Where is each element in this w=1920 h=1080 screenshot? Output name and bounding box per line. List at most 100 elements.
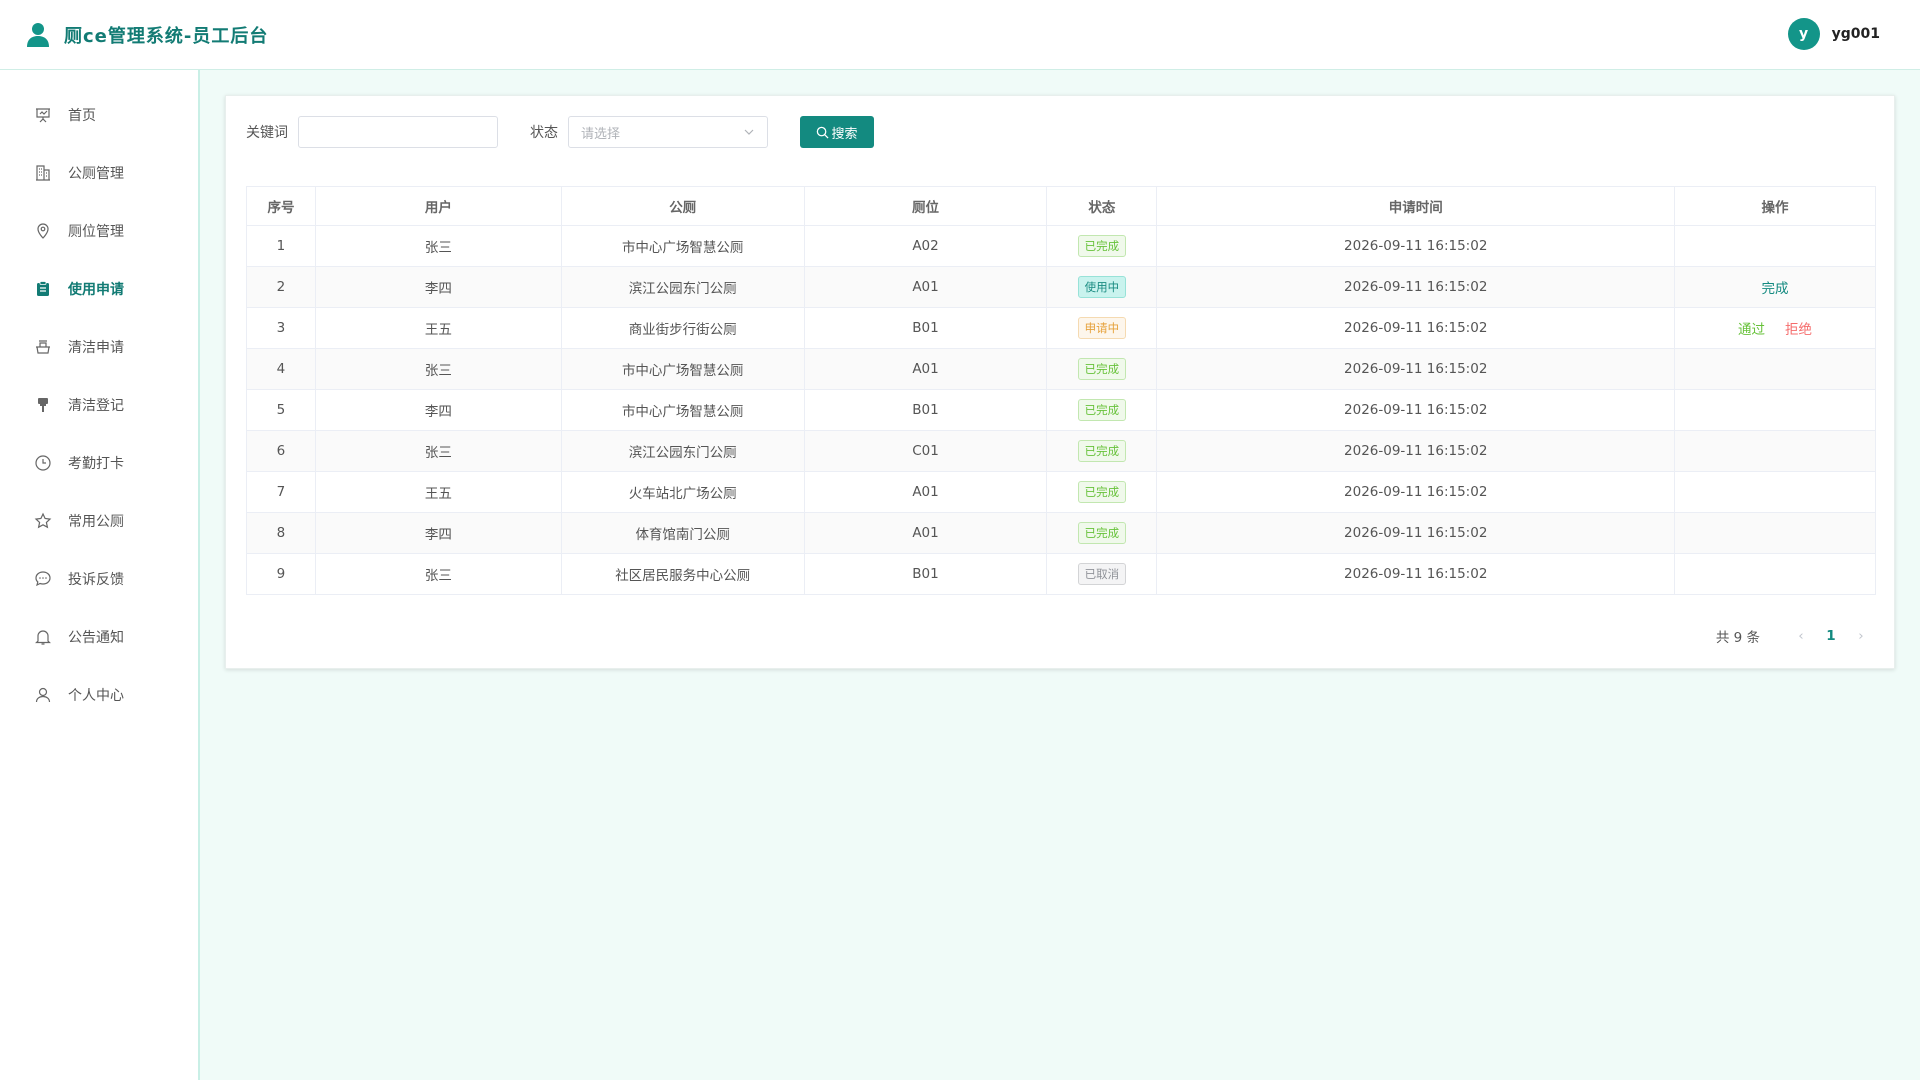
cell-user: 张三 (314, 348, 562, 390)
next-page-icon[interactable]: › (1846, 628, 1876, 644)
cell-user: 张三 (314, 553, 562, 595)
sidebar: 首页公厕管理厕位管理使用申请清洁申请清洁登记考勤打卡常用公厕投诉反馈公告通知个人… (0, 70, 200, 1080)
cell-stall: A01 (803, 348, 1048, 390)
prev-page-icon[interactable]: ‹ (1786, 628, 1816, 644)
cell-status: 已完成 (1046, 512, 1158, 554)
cell-status: 已完成 (1046, 471, 1158, 513)
location-pin-icon (37, 223, 49, 239)
sidebar-item-4[interactable]: 清洁申请 (0, 318, 198, 376)
header-status: 状态 (1046, 186, 1158, 226)
sidebar-item-3[interactable]: 使用申请 (0, 260, 198, 318)
action-complete-button[interactable]: 完成 (1762, 281, 1789, 297)
cell-time: 2026-09-11 16:15:02 (1156, 307, 1676, 349)
cell-time: 2026-09-11 16:15:02 (1156, 389, 1676, 431)
status-label: 状态 (530, 125, 558, 141)
cell-status: 已完成 (1046, 430, 1158, 472)
cell-status: 申请中 (1046, 307, 1158, 349)
table-row: 1 张三 市中心广场智慧公厕 A02 已完成 2026-09-11 16:15:02 (246, 225, 1876, 267)
keyword-input[interactable] (298, 116, 498, 148)
search-button-label: 搜索 (831, 125, 858, 141)
status-badge: 已完成 (1077, 235, 1127, 257)
sidebar-item-label: 考勤打卡 (68, 456, 124, 472)
cell-toilet: 体育馆南门公厕 (560, 512, 805, 554)
sidebar-item-9[interactable]: 公告通知 (0, 608, 198, 666)
action-reject-button[interactable]: 拒绝 (1785, 322, 1812, 338)
header-no: 序号 (246, 186, 316, 226)
cell-user: 李四 (314, 512, 562, 554)
status-badge: 已完成 (1077, 358, 1127, 380)
sidebar-item-label: 厕位管理 (68, 224, 124, 240)
keyword-label: 关键词 (246, 125, 288, 141)
sidebar-item-label: 公厕管理 (68, 166, 124, 182)
clipboard-icon (37, 281, 49, 296)
sidebar-item-0[interactable]: 首页 (0, 86, 198, 144)
cell-stall: B01 (803, 307, 1048, 349)
header-user: 用户 (314, 186, 562, 226)
cell-stall: A01 (803, 266, 1048, 308)
cell-stall: A01 (803, 512, 1048, 554)
application-table: 序号 用户 公厕 厕位 状态 申请时间 操作 1 张三 市中心广场智慧公厕 A02 已完… (246, 186, 1876, 595)
cell-stall: A01 (803, 471, 1048, 513)
header-actions: 操作 (1674, 186, 1876, 226)
sidebar-item-label: 常用公厕 (68, 514, 124, 530)
cleaning-icon (36, 340, 50, 354)
cell-toilet: 滨江公园东门公厕 (560, 430, 805, 472)
status-select-placeholder: 请选择 (581, 126, 621, 142)
table-row: 9 张三 社区居民服务中心公厕 B01 已取消 2026-09-11 16:15:02 (246, 553, 1876, 595)
status-select[interactable]: 请选择 (568, 116, 768, 148)
username[interactable]: yg001 (1832, 26, 1880, 42)
building-icon (36, 165, 50, 181)
cell-time: 2026-09-11 16:15:02 (1156, 266, 1676, 308)
top-header: 厕ce管理系统-员工后台 y yg001 (0, 0, 1920, 70)
sidebar-item-7[interactable]: 常用公厕 (0, 492, 198, 550)
cell-no: 1 (246, 225, 316, 267)
sidebar-item-8[interactable]: 投诉反馈 (0, 550, 198, 608)
avatar[interactable]: y (1787, 18, 1820, 50)
status-badge: 已完成 (1077, 440, 1127, 462)
sidebar-item-10[interactable]: 个人中心 (0, 666, 198, 724)
sidebar-item-5[interactable]: 清洁登记 (0, 376, 198, 434)
sidebar-item-1[interactable]: 公厕管理 (0, 144, 198, 202)
sidebar-item-label: 投诉反馈 (68, 572, 124, 588)
search-icon (817, 126, 830, 139)
sidebar-item-2[interactable]: 厕位管理 (0, 202, 198, 260)
cell-time: 2026-09-11 16:15:02 (1156, 430, 1676, 472)
cell-user: 李四 (314, 389, 562, 431)
cell-no: 4 (246, 348, 316, 390)
cell-actions (1674, 348, 1876, 390)
cell-time: 2026-09-11 16:15:02 (1156, 553, 1676, 595)
cell-toilet: 市中心广场智慧公厕 (560, 389, 805, 431)
status-badge: 使用中 (1077, 276, 1127, 298)
cell-toilet: 商业街步行街公厕 (560, 307, 805, 349)
brand: 厕ce管理系统-员工后台 (26, 22, 268, 48)
sidebar-item-label: 使用申请 (68, 282, 124, 298)
cell-status: 已完成 (1046, 348, 1158, 390)
cell-no: 5 (246, 389, 316, 431)
sidebar-item-label: 清洁登记 (68, 398, 124, 414)
page-number[interactable]: 1 (1816, 628, 1846, 644)
table-header-row: 序号 用户 公厕 厕位 状态 申请时间 操作 (246, 186, 1876, 226)
sidebar-item-label: 清洁申请 (68, 340, 124, 356)
status-badge: 已完成 (1077, 481, 1127, 503)
pagination-total: 共 9 条 (1715, 630, 1760, 646)
sidebar-item-label: 公告通知 (68, 630, 124, 646)
cell-actions (1674, 553, 1876, 595)
pagination: 共 9 条 ‹ 1 › (1716, 626, 1876, 646)
cell-toilet: 滨江公园东门公厕 (560, 266, 805, 308)
sidebar-nav: 首页公厕管理厕位管理使用申请清洁申请清洁登记考勤打卡常用公厕投诉反馈公告通知个人… (0, 70, 198, 724)
cell-status: 已完成 (1046, 225, 1158, 267)
table-row: 7 王五 火车站北广场公厕 A01 已完成 2026-09-11 16:15:02 (246, 471, 1876, 513)
cell-user: 张三 (314, 225, 562, 267)
cell-toilet: 市中心广场智慧公厕 (560, 348, 805, 390)
user-icon (35, 687, 51, 703)
presentation-icon (36, 108, 50, 123)
bell-icon (35, 630, 51, 645)
sidebar-item-6[interactable]: 考勤打卡 (0, 434, 198, 492)
chat-icon (35, 571, 51, 587)
search-button[interactable]: 搜索 (800, 116, 874, 148)
user-menu[interactable]: y yg001 (1787, 18, 1880, 50)
cell-no: 3 (246, 307, 316, 349)
cell-user: 张三 (314, 430, 562, 472)
header-toilet: 公厕 (560, 186, 805, 226)
action-pass-button[interactable]: 通过 (1738, 322, 1765, 338)
